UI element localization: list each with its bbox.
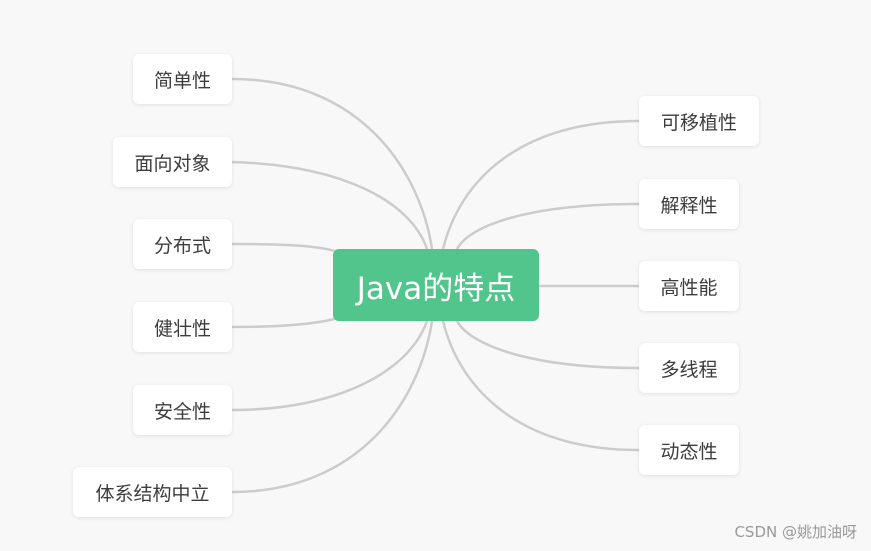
node-distributed[interactable]: 分布式 (133, 219, 232, 269)
node-dynamic[interactable]: 动态性 (639, 425, 739, 475)
connector-secure (231, 320, 429, 412)
watermark: CSDN @姚加油呀 (734, 523, 857, 541)
node-high-performance[interactable]: 高性能 (639, 261, 739, 311)
connector-object-oriented (231, 160, 429, 250)
node-portable[interactable]: 可移植性 (639, 96, 759, 146)
connector-architecture-neutral (231, 320, 434, 494)
connector-robust (231, 316, 339, 329)
node-interpreted[interactable]: 解释性 (639, 179, 739, 229)
connector-dynamic (441, 320, 640, 452)
node-simple[interactable]: 简单性 (133, 54, 232, 104)
node-architecture-neutral[interactable]: 体系结构中立 (73, 467, 232, 517)
node-secure[interactable]: 安全性 (133, 385, 232, 435)
connector-interpreted (455, 202, 640, 250)
connector-portable (441, 119, 640, 250)
node-multithreaded[interactable]: 多线程 (639, 343, 739, 393)
connector-multithreaded (455, 320, 640, 370)
node-object-oriented[interactable]: 面向对象 (113, 137, 232, 187)
connector-distributed (231, 242, 339, 254)
node-robust[interactable]: 健壮性 (133, 302, 232, 352)
root-node[interactable]: Java的特点 (333, 249, 539, 321)
